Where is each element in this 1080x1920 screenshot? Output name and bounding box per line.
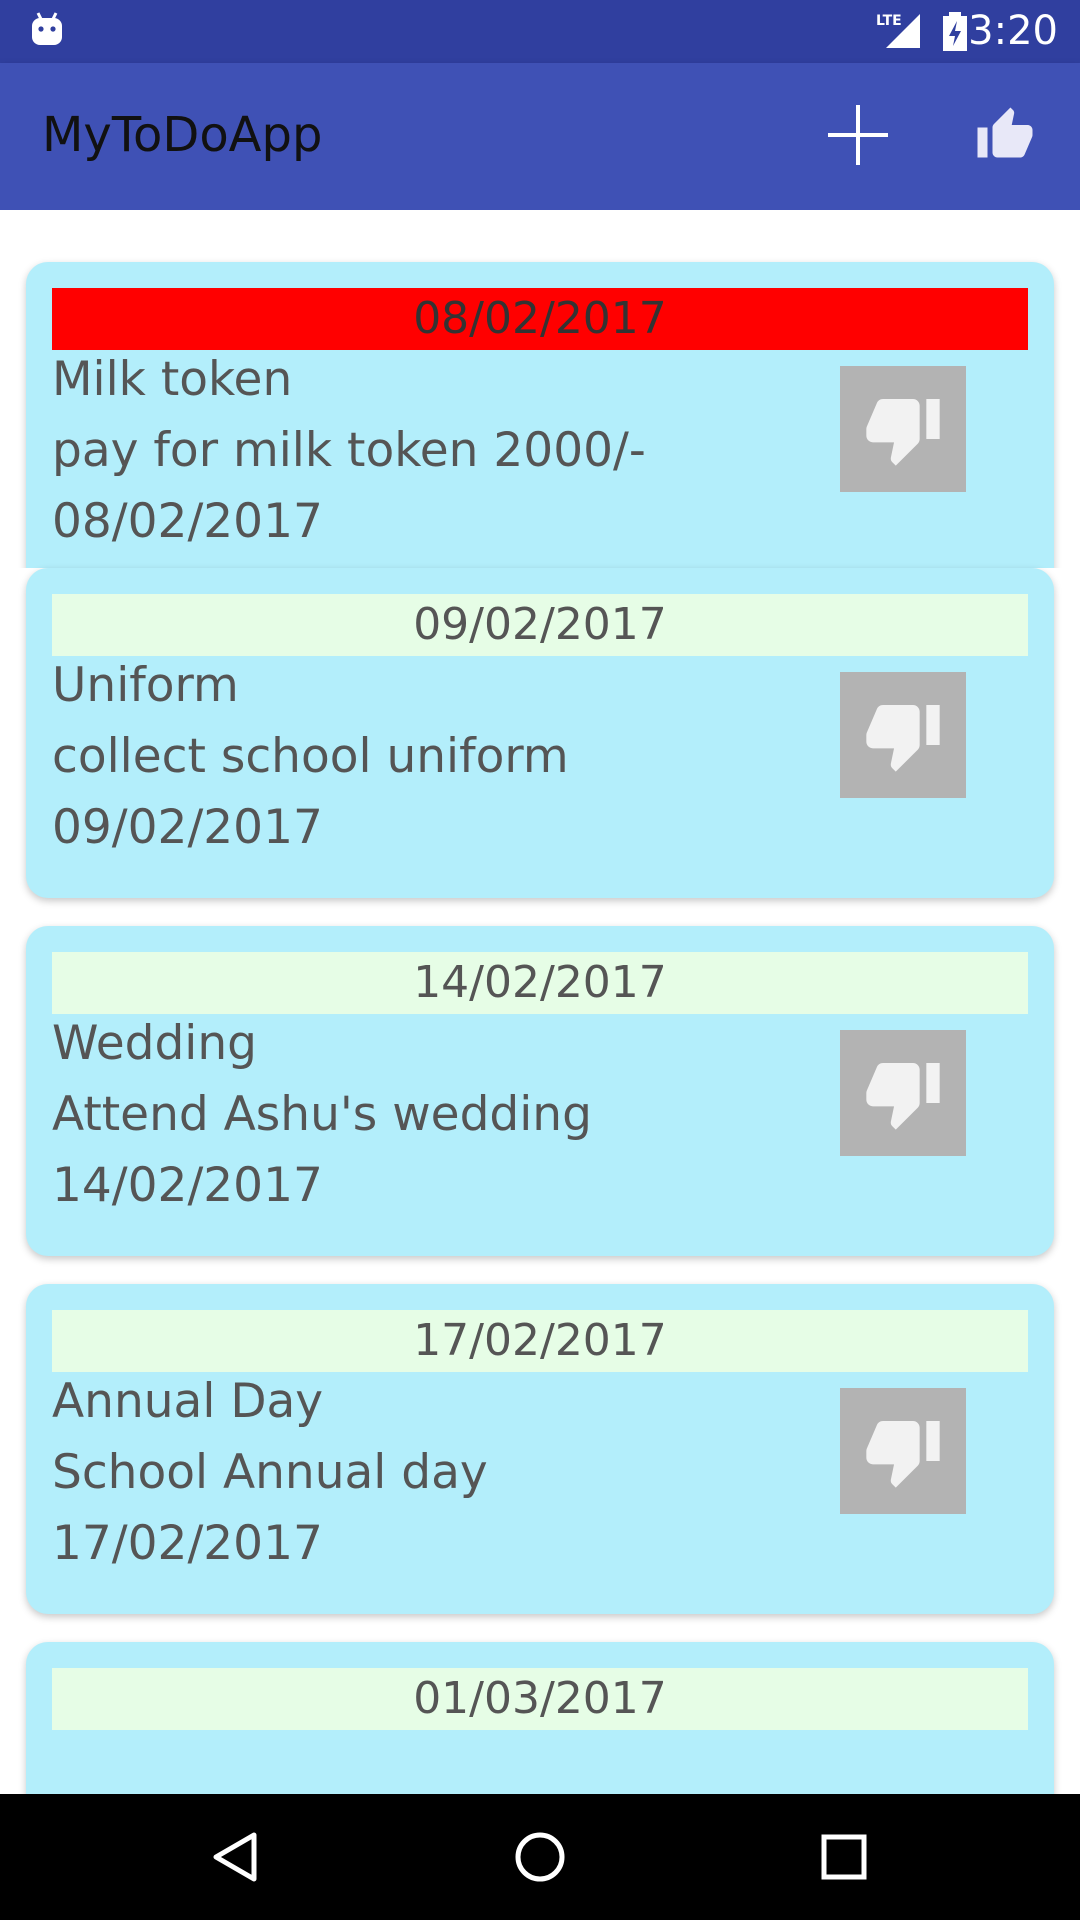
thumbs-down-icon [866, 1421, 940, 1488]
todo-description: pay for milk token 2000/- [52, 423, 646, 478]
todo-date: 08/02/2017 [52, 494, 323, 549]
todo-card[interactable]: 08/02/2017 Milk token pay for milk token… [26, 262, 1054, 592]
lte-signal-icon: LTE [876, 13, 920, 48]
todo-date: 09/02/2017 [52, 800, 323, 855]
back-icon[interactable] [208, 1829, 264, 1885]
list-item[interactable]: 01/03/2017 [0, 1642, 1080, 1794]
thumbs-down-icon [866, 1063, 940, 1130]
todo-header-date: 08/02/2017 [52, 288, 1028, 350]
plus-icon[interactable] [826, 103, 890, 167]
todo-card[interactable]: 09/02/2017 Uniform collect school unifor… [26, 568, 1054, 898]
navigation-bar [0, 1794, 1080, 1920]
svg-text:LTE: LTE [876, 13, 902, 29]
todo-description: collect school uniform [52, 729, 569, 784]
thumbs-up-icon[interactable] [975, 105, 1035, 165]
dislike-button[interactable] [840, 366, 966, 492]
dislike-button[interactable] [840, 1388, 966, 1514]
list-item[interactable]: 08/02/2017 Milk token pay for milk token… [0, 210, 1080, 592]
todo-title: Wedding [52, 1016, 257, 1071]
todo-header-date: 01/03/2017 [52, 1668, 1028, 1730]
thumbs-down-icon [866, 399, 940, 466]
dislike-button[interactable] [840, 1030, 966, 1156]
android-icon [32, 12, 62, 45]
todo-card[interactable]: 14/02/2017 Wedding Attend Ashu's wedding… [26, 926, 1054, 1256]
home-icon[interactable] [512, 1829, 568, 1885]
app-bar: MyToDoApp [0, 63, 1080, 210]
dislike-button[interactable] [840, 672, 966, 798]
list-item[interactable]: 17/02/2017 Annual Day School Annual day … [0, 1284, 1080, 1642]
list-item[interactable]: 09/02/2017 Uniform collect school unifor… [0, 568, 1080, 926]
todo-date: 17/02/2017 [52, 1516, 323, 1571]
todo-header-date: 14/02/2017 [52, 952, 1028, 1014]
thumbs-down-icon [866, 705, 940, 772]
todo-header-date: 17/02/2017 [52, 1310, 1028, 1372]
status-time: 3:20 [968, 8, 1058, 54]
list-item[interactable]: 14/02/2017 Wedding Attend Ashu's wedding… [0, 926, 1080, 1284]
status-bar: LTE 3:20 [0, 0, 1080, 63]
todo-card[interactable]: 01/03/2017 [26, 1642, 1054, 1794]
todo-title: Milk token [52, 352, 293, 407]
todo-description: School Annual day [52, 1445, 488, 1500]
todo-description: Attend Ashu's wedding [52, 1087, 592, 1142]
recents-icon[interactable] [816, 1829, 872, 1885]
todo-title: Annual Day [52, 1374, 324, 1429]
todo-header-date: 09/02/2017 [52, 594, 1028, 656]
todo-list[interactable]: 08/02/2017 Milk token pay for milk token… [0, 210, 1080, 1794]
app-title: MyToDoApp [42, 107, 323, 163]
battery-charging-icon [943, 12, 967, 51]
todo-card[interactable]: 17/02/2017 Annual Day School Annual day … [26, 1284, 1054, 1614]
todo-title: Uniform [52, 658, 239, 713]
todo-date: 14/02/2017 [52, 1158, 323, 1213]
